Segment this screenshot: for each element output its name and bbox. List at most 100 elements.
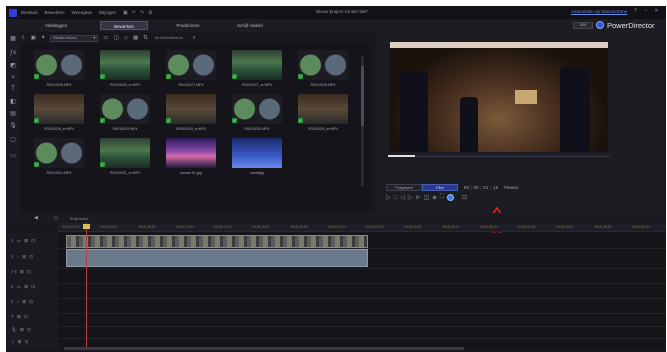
audio-mixing-icon[interactable]: ▤ bbox=[9, 110, 17, 117]
media-filter-dropdown[interactable]: Media-inhoud bbox=[50, 34, 99, 42]
movie-mode-button[interactable]: Film bbox=[422, 184, 458, 191]
library-item[interactable]: ✓ R0010028.MP4 bbox=[291, 50, 355, 94]
library-toolbar: ⇩ ▣ ✦ Media-inhoud ▭ ◫ ♫ ▦ ⇅ De biblioth… bbox=[21, 33, 371, 43]
trim-icon[interactable]: ◇ bbox=[54, 215, 58, 221]
title-track-controls[interactable]: T ⊠ ⊡ bbox=[11, 314, 29, 320]
in-use-check-icon: ✓ bbox=[232, 74, 237, 79]
in-use-check-icon: ✓ bbox=[232, 118, 237, 123]
track-1-video-controls[interactable]: 1 ▭ ⊠ ⊡ bbox=[11, 238, 36, 244]
tab-produce[interactable]: Produceren bbox=[164, 21, 212, 30]
timecode-display[interactable]: 00 ; 00 ; 01 ; 15 bbox=[464, 185, 498, 190]
in-use-check-icon: ✓ bbox=[34, 118, 39, 123]
search-icon[interactable]: ⌕ bbox=[193, 35, 196, 42]
timeline-audio-clip[interactable] bbox=[66, 249, 368, 267]
chapter-room-icon[interactable]: ▢ bbox=[9, 136, 17, 143]
in-use-check-icon: ✓ bbox=[166, 74, 171, 79]
library-search-input[interactable]: De bibliotheek do... bbox=[155, 35, 193, 42]
filter-video-icon[interactable]: ▭ bbox=[103, 35, 108, 41]
undo-icon[interactable]: ↶ bbox=[132, 10, 136, 16]
window-controls[interactable]: ? – ✕ bbox=[634, 8, 662, 14]
track-2-video-controls[interactable]: 2 ▭ ⊠ ⊡ bbox=[11, 284, 36, 290]
media-library: ✓ R0010026.MP4 ✓ R0010026_er.MP4 ✓ R0010027.M… bbox=[21, 44, 371, 210]
fullscreen-icon[interactable]: ⛶ bbox=[440, 194, 444, 201]
fast-forward-icon[interactable]: ⊳ bbox=[416, 194, 421, 201]
tab-disc[interactable]: Schijf maken bbox=[226, 21, 274, 30]
filter-image-icon[interactable]: ◫ bbox=[114, 35, 119, 41]
voiceover-icon[interactable]: 🎙 bbox=[9, 122, 17, 129]
ruler-tick-label: 00;00;23;10 bbox=[328, 225, 346, 229]
plugin-icon[interactable]: ✦ bbox=[41, 35, 46, 41]
in-use-check-icon: ✓ bbox=[166, 118, 171, 123]
library-item[interactable]: ✓ R0010030.MP4 bbox=[225, 94, 289, 138]
library-item[interactable]: ✓ R0010026.MP4 bbox=[27, 50, 91, 94]
library-item[interactable]: sunset 01.jpg bbox=[159, 138, 223, 182]
volume-icon[interactable]: ◈ bbox=[432, 194, 437, 201]
preview-progress-track[interactable] bbox=[388, 156, 610, 157]
settings-icon[interactable]: ⚙ bbox=[148, 10, 152, 16]
track-2-audio-controls[interactable]: 2 ♪ ⊠ ⊡ bbox=[11, 299, 34, 305]
play-icon[interactable]: ▷ bbox=[386, 194, 391, 201]
save-icon[interactable]: ▣ bbox=[123, 10, 128, 16]
timeline-scrollbar[interactable] bbox=[64, 347, 464, 350]
library-item[interactable]: ✓ R0010026_er.MP4 bbox=[93, 50, 157, 94]
clip-mode-button[interactable]: Fragment bbox=[386, 184, 422, 191]
library-item[interactable]: ✓ R0010027.MP4 bbox=[159, 50, 223, 94]
library-item-thumbnail bbox=[298, 94, 348, 124]
fx-track-controls[interactable]: ƒx ⊠ ⊡ bbox=[11, 269, 32, 275]
stop-icon[interactable]: □ bbox=[394, 195, 398, 201]
sort-icon[interactable]: ⇅ bbox=[143, 35, 148, 41]
menu-file[interactable]: Bestand bbox=[21, 10, 38, 15]
track-1-audio-controls[interactable]: 1 ♪ ⊠ ⊡ bbox=[11, 254, 34, 260]
menu-edit[interactable]: Bewerken bbox=[45, 10, 65, 15]
next-frame-icon[interactable]: ▷ bbox=[408, 194, 413, 201]
360-view-icon[interactable] bbox=[447, 194, 455, 201]
directorzone-link[interactable]: Aanmelden op DirectorZone bbox=[571, 9, 627, 14]
import-media-icon[interactable]: ⇩ bbox=[21, 35, 26, 41]
timeline-mode-label: Snijmodus bbox=[69, 215, 89, 221]
library-item[interactable]: ✓ R0010030_er.MP4 bbox=[291, 94, 355, 138]
playhead-line[interactable] bbox=[86, 223, 87, 348]
project-title: Nieuw project zonder titel* bbox=[316, 9, 369, 14]
redo-icon[interactable]: ↷ bbox=[140, 10, 144, 16]
library-scrollbar-thumb[interactable] bbox=[361, 66, 364, 126]
library-item[interactable]: nachtjpg bbox=[225, 138, 289, 182]
transition-room-icon[interactable]: ◧ bbox=[9, 98, 17, 105]
preview-progress-fill bbox=[388, 155, 415, 157]
library-item[interactable]: ✓ R0010027_er.MP4 bbox=[225, 50, 289, 94]
snapshot-icon[interactable]: ◫ bbox=[424, 194, 430, 201]
library-item[interactable]: ✓ R0010031_er.MP4 bbox=[93, 138, 157, 182]
ruler-tick-label: 00;00;33;10 bbox=[442, 225, 460, 229]
tab-edit[interactable]: Bewerken bbox=[100, 21, 148, 30]
library-item-thumbnail bbox=[34, 138, 84, 168]
external-display-icon[interactable]: ⊡ bbox=[462, 194, 467, 201]
folder-icon[interactable]: ▣ bbox=[31, 35, 36, 41]
fx-room-icon[interactable]: ƒx bbox=[9, 50, 17, 56]
preview-video[interactable] bbox=[390, 42, 608, 152]
tab-capture[interactable]: Vastleggen bbox=[32, 21, 80, 30]
in-use-check-icon: ✓ bbox=[100, 74, 105, 79]
timeline-view-icon[interactable]: ◀ bbox=[34, 215, 38, 221]
particle-room-icon[interactable]: ✧ bbox=[9, 74, 17, 81]
subtitle-room-icon[interactable]: ▭ bbox=[9, 152, 17, 159]
title-room-icon[interactable]: T bbox=[9, 86, 17, 92]
media-room-icon[interactable]: ▦ bbox=[9, 35, 17, 42]
filter-audio-icon[interactable]: ♫ bbox=[124, 35, 128, 41]
playhead-handle[interactable] bbox=[83, 224, 90, 229]
in-use-check-icon: ✓ bbox=[34, 74, 39, 79]
pip-room-icon[interactable]: ◩ bbox=[9, 62, 17, 69]
timeline-ruler[interactable]: 00;00;00;00 00;00;03;10 00;00;06;20 00;00;1… bbox=[58, 223, 666, 232]
grid-view-icon[interactable]: ▦ bbox=[133, 35, 138, 41]
timeline-video-clip[interactable] bbox=[66, 235, 368, 248]
library-item[interactable]: ✓ R0010031.MP4 bbox=[27, 138, 91, 182]
library-item-label: R0010026_er.MP4 bbox=[110, 83, 140, 87]
previous-frame-icon[interactable]: ◁ bbox=[400, 194, 405, 201]
voice-track-controls[interactable]: 🎙 ⊠ ⊡ bbox=[11, 327, 32, 333]
library-item[interactable]: ✓ R0010028_er.MP4 bbox=[27, 94, 91, 138]
music-track-controls[interactable]: ♫ ⊠ ⊡ bbox=[11, 339, 29, 345]
zoom-dropdown[interactable]: Passen bbox=[504, 185, 518, 190]
menu-modify[interactable]: Wijzigen bbox=[99, 10, 116, 15]
library-item[interactable]: ✓ R0010029.MP4 bbox=[93, 94, 157, 138]
library-item[interactable]: ✓ R0010029_er.MP4 bbox=[159, 94, 223, 138]
ruler-tick-label: 00;00;20;00 bbox=[290, 225, 308, 229]
menu-view[interactable]: Weergave bbox=[72, 10, 92, 15]
